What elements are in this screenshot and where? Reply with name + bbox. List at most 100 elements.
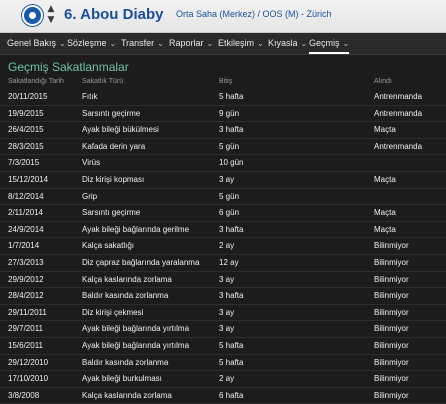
- chevron-down-icon: ⌄: [109, 39, 117, 48]
- tab-contract[interactable]: Sözleşme ⌄: [67, 33, 116, 54]
- chevron-down-icon: ⌄: [59, 39, 66, 48]
- table-row[interactable]: 29/12/2010 Baldır kasında zorlanma 5 hafta…: [0, 355, 446, 372]
- injury-duration: 2 ay: [219, 374, 235, 384]
- player-position-club: Orta Saha (Merkez) / OOS (M) - Zürich: [176, 9, 332, 19]
- injury-duration: 6 hafta: [219, 390, 244, 400]
- table-row[interactable]: 19/9/2015 Sarsıntı geçirme 9 gün Antrenmand…: [0, 106, 446, 123]
- injury-location: Bilinmiyor: [374, 257, 409, 267]
- injury-location: Maçta: [374, 208, 396, 218]
- injury-duration: 3 hafta: [219, 291, 244, 301]
- injury-duration: 3 hafta: [219, 224, 244, 234]
- table-row[interactable]: 24/9/2014 Ayak bileği bağlarında gerilme 3…: [0, 222, 446, 239]
- chevron-down-icon: ⌄: [206, 39, 214, 48]
- club-logo-icon[interactable]: [22, 5, 43, 26]
- injury-type: Kalça kaslarında zorlama: [82, 274, 172, 284]
- chevron-down-icon: ⌄: [300, 39, 308, 48]
- table-row[interactable]: 29/11/2011 Diz kirişi çekmesi 3 ay Bilinmiy…: [0, 305, 446, 322]
- tab-overview[interactable]: Genel Bakış ⌄: [7, 33, 66, 54]
- injury-date: 17/10/2010: [8, 374, 49, 384]
- injury-type: Fıtık: [82, 92, 98, 101]
- table-row[interactable]: 3/8/2008 Kalça kaslarında zorlama 6 hafta B…: [0, 388, 446, 404]
- injury-type: Kalça sakatlığı: [82, 241, 135, 251]
- injury-location: Bilinmiyor: [374, 390, 409, 400]
- injury-type: Diz çapraz bağlarında yaralanma: [82, 257, 200, 267]
- injury-location: Bilinmiyor: [374, 324, 409, 334]
- player-name[interactable]: 6. Abou Diaby: [64, 6, 163, 23]
- tab-transfer[interactable]: Transfer ⌄: [121, 33, 164, 54]
- table-row[interactable]: 26/4/2015 Ayak bileği bükülmesi 3 hafta Maç…: [0, 122, 446, 139]
- injury-location: Bilinmiyor: [374, 374, 409, 384]
- injury-type: Baldır kasında zorlanma: [82, 357, 169, 367]
- injury-date: 28/4/2012: [8, 291, 44, 301]
- tab-interaction[interactable]: Etkileşim ⌄: [218, 33, 264, 54]
- injury-location: Maçta: [374, 125, 396, 135]
- injury-type: Ayak bileği bağlarında gerilme: [82, 224, 190, 234]
- injury-duration: 5 gün: [219, 141, 240, 151]
- tab-bar: Genel Bakış ⌄ Sözleşme ⌄ Transfer ⌄ Raporla…: [0, 33, 446, 55]
- injury-type: Ayak bileği bükülmesi: [82, 125, 159, 135]
- injury-date: 24/9/2014: [8, 224, 44, 234]
- injury-location: Bilinmiyor: [374, 274, 409, 284]
- injury-date: 29/12/2010: [8, 357, 49, 367]
- table-row[interactable]: 29/9/2012 Kalça kaslarında zorlama 3 ay Bil…: [0, 272, 446, 289]
- injury-type: Ayak bileği bağlarında yırtılma: [82, 340, 190, 350]
- injury-date: 19/9/2015: [8, 108, 44, 118]
- injury-type: Sarsıntı geçirme: [82, 108, 141, 118]
- injury-date: 8/12/2014: [8, 191, 44, 201]
- injury-duration: 3 hafta: [219, 125, 244, 135]
- injury-location: Maçta: [374, 224, 396, 234]
- injury-date: 3/8/2008: [8, 390, 40, 400]
- tab-compare[interactable]: Kıyasla ⌄: [268, 33, 307, 54]
- table-row[interactable]: 17/10/2010 Ayak bileği burkulması 2 ay Bili…: [0, 371, 446, 388]
- injury-location: Bilinmiyor: [374, 241, 409, 251]
- injury-date: 1/7/2014: [8, 241, 40, 251]
- tab-history[interactable]: Geçmiş ⌄: [309, 33, 350, 54]
- player-header: ▲ ▼ 6. Abou Diaby Orta Saha (Merkez) / OO…: [0, 0, 446, 33]
- injury-type: Baldır kasında zorlanma: [82, 291, 169, 301]
- injury-date: 29/11/2011: [8, 307, 47, 317]
- injury-type: Grip: [82, 191, 98, 201]
- injury-duration: 5 gün: [219, 191, 240, 201]
- table-row[interactable]: 28/4/2012 Baldır kasında zorlanma 3 hafta B…: [0, 288, 446, 305]
- chevron-down-icon: ⌄: [342, 39, 350, 48]
- injury-date: 15/12/2014: [8, 174, 49, 184]
- injury-date: 26/4/2015: [8, 125, 44, 135]
- table-row[interactable]: 15/6/2011 Ayak bileği bağlarında yırtılma…: [0, 338, 446, 355]
- injury-duration: 5 hafta: [219, 357, 244, 367]
- injury-duration: 3 ay: [219, 174, 235, 184]
- column-header-duration[interactable]: Bitiş: [219, 78, 232, 85]
- table-row[interactable]: 15/12/2014 Diz kirişi kopması 3 ay Maçta: [0, 172, 446, 189]
- injury-location: Antrenmanda: [374, 92, 423, 101]
- injury-location: Bilinmiyor: [374, 340, 409, 350]
- table-row[interactable]: 7/3/2015 Virüs 10 gün: [0, 155, 446, 172]
- table-row[interactable]: 28/3/2015 Kafada derin yara 5 gün Antrenman…: [0, 139, 446, 156]
- injury-duration: 3 ay: [219, 274, 235, 284]
- injury-type: Diz kirişi çekmesi: [82, 307, 144, 317]
- table-row[interactable]: 29/7/2011 Ayak bileği bağlarında yırtılma…: [0, 321, 446, 338]
- injury-type: Diz kirişi kopması: [82, 174, 145, 184]
- tab-reports[interactable]: Raporlar ⌄: [169, 33, 213, 54]
- table-row[interactable]: 8/12/2014 Grip 5 gün: [0, 189, 446, 206]
- injury-duration: 3 ay: [219, 324, 235, 334]
- injury-duration: 5 hafta: [219, 340, 244, 350]
- injury-type: Kalça kaslarında zorlama: [82, 390, 172, 400]
- injury-duration: 9 gün: [219, 108, 240, 118]
- table-row[interactable]: 27/3/2013 Diz çapraz bağlarında yaralanma…: [0, 255, 446, 272]
- column-header-type[interactable]: Sakatlık Türü: [82, 78, 123, 85]
- injury-duration: 3 ay: [219, 307, 235, 317]
- injury-date: 15/6/2011: [8, 340, 43, 350]
- player-switch-chevron-icon[interactable]: ▲ ▼: [45, 4, 57, 28]
- column-header-date[interactable]: Sakatlandığı Tarih: [8, 78, 64, 85]
- injury-location: Antrenmanda: [374, 141, 423, 151]
- injury-type: Sarsıntı geçirme: [82, 208, 141, 218]
- table-row[interactable]: 20/11/2015 Fıtık 5 hafta Antrenmanda: [0, 89, 446, 106]
- chevron-down-icon: ⌄: [257, 39, 264, 48]
- injury-duration: 6 gün: [219, 208, 240, 218]
- injury-date: 7/3/2015: [8, 158, 40, 168]
- column-header-location[interactable]: Alındı: [374, 78, 392, 85]
- table-row[interactable]: 2/11/2014 Sarsıntı geçirme 6 gün Maçta: [0, 205, 446, 222]
- injury-date: 2/11/2014: [8, 208, 43, 218]
- table-row[interactable]: 1/7/2014 Kalça sakatlığı 2 ay Bilinmiyor: [0, 238, 446, 255]
- injury-date: 29/7/2011: [8, 324, 43, 334]
- injury-date: 27/3/2013: [8, 257, 44, 267]
